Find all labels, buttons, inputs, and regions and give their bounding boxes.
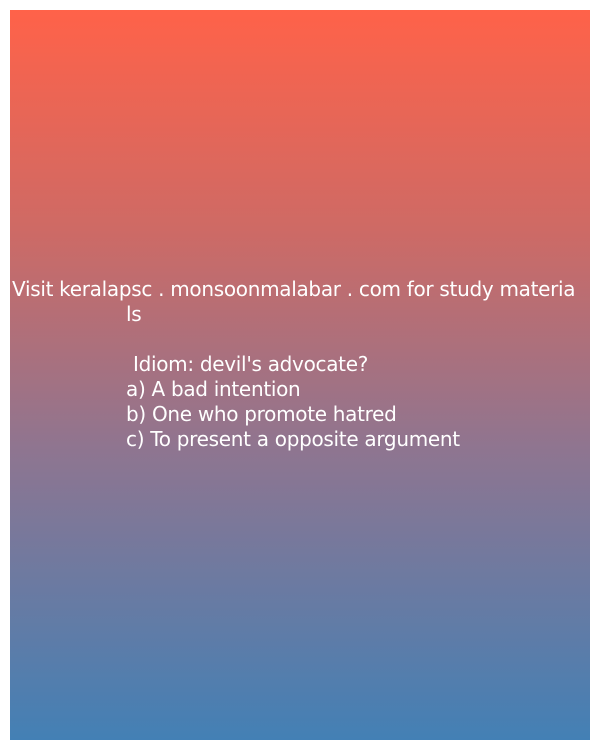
option-b: b) One who promote hatred xyxy=(126,402,397,426)
quiz-card: Visit keralapsc . monsoonmalabar . com f… xyxy=(10,10,590,740)
option-c: c) To present a opposite argument xyxy=(126,427,460,451)
question-text: Idiom: devil's advocate? xyxy=(133,352,369,376)
option-a: a) A bad intention xyxy=(126,377,301,401)
promo-text-line-2: ls xyxy=(126,302,142,326)
promo-text-line-1: Visit keralapsc . monsoonmalabar . com f… xyxy=(12,277,576,301)
